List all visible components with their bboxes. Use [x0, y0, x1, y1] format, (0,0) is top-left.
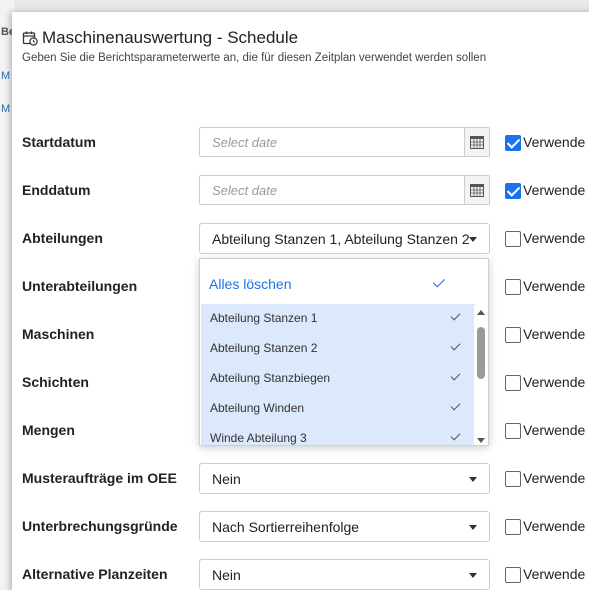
calendar-icon [470, 136, 484, 149]
use-label: Verwende [523, 518, 586, 534]
planzeiten-select[interactable]: Nein [199, 559, 490, 590]
option-label: Abteilung Stanzen 2 [210, 341, 318, 355]
option-label: Abteilung Stanzbiegen [210, 371, 331, 385]
calendar-clock-icon [22, 31, 38, 46]
startdatum-placeholder: Select date [212, 135, 278, 150]
param-label-unterabteilungen: Unterabteilungen [22, 278, 138, 294]
check-icon [450, 310, 461, 321]
unterbrechungsgruende-select[interactable]: Nach Sortierreihenfolge [199, 511, 490, 542]
background-link[interactable]: M [1, 70, 10, 82]
param-label-unterbrechungsgruende: Unterbrechungsgründe [22, 518, 178, 534]
scrollbar-thumb[interactable] [477, 327, 485, 379]
abteilungen-value: Abteilung Stanzen 1, Abteilung Stanzen 2 [212, 231, 470, 247]
use-label: Verwende [523, 278, 586, 294]
param-label-planzeiten: Alternative Planzeiten [22, 566, 168, 582]
param-label-startdatum: Startdatum [22, 134, 96, 150]
checkbox-unchecked[interactable] [505, 231, 521, 247]
use-label: Verwende [523, 422, 586, 438]
enddatum-date-input[interactable]: Select date [199, 175, 490, 205]
param-label-abteilungen: Abteilungen [22, 230, 103, 246]
check-icon [450, 340, 461, 351]
param-label-mengen: Mengen [22, 422, 75, 438]
abteilungen-dropdown-menu: Alles löschen Abteilung Stanzen 1 Abteil… [199, 258, 489, 446]
enddatum-placeholder: Select date [212, 183, 278, 198]
use-label: Verwende [523, 470, 586, 486]
musterauftraege-value: Nein [212, 471, 241, 487]
dropdown-option[interactable]: Abteilung Winden [201, 394, 475, 424]
use-label: Verwende [523, 566, 586, 582]
musterauftraege-select[interactable]: Nein [199, 463, 490, 494]
scroll-up-arrow-icon[interactable] [477, 310, 485, 315]
chevron-down-icon [469, 477, 477, 482]
chevron-down-icon [469, 237, 477, 242]
background-link[interactable]: M [1, 103, 10, 115]
planzeiten-value: Nein [212, 567, 241, 583]
checkbox-checked[interactable] [505, 183, 521, 199]
dropdown-option[interactable]: Abteilung Stanzen 2 [201, 334, 475, 364]
dialog-title: Maschinenauswertung - Schedule [42, 28, 299, 47]
abteilungen-select[interactable]: Abteilung Stanzen 1, Abteilung Stanzen 2 [199, 223, 490, 254]
param-label-enddatum: Enddatum [22, 182, 91, 198]
checkbox-unchecked[interactable] [505, 375, 521, 391]
checkbox-unchecked[interactable] [505, 279, 521, 295]
scroll-down-arrow-icon[interactable] [477, 438, 485, 443]
chevron-down-icon [469, 525, 477, 530]
option-label: Abteilung Winden [210, 401, 305, 415]
checkbox-unchecked[interactable] [505, 471, 521, 487]
param-label-maschinen: Maschinen [22, 326, 95, 342]
checkbox-checked[interactable] [505, 135, 521, 151]
option-label: Abteilung Stanzen 1 [210, 311, 318, 325]
checkbox-unchecked[interactable] [505, 519, 521, 535]
checkbox-unchecked[interactable] [505, 327, 521, 343]
unterbrechungsgruende-value: Nach Sortierreihenfolge [212, 519, 360, 535]
clear-all-option[interactable]: Alles löschen [209, 276, 292, 292]
param-label-schichten: Schichten [22, 374, 89, 390]
option-label: Winde Abteilung 3 [210, 431, 307, 445]
check-icon [450, 370, 461, 381]
dropdown-option[interactable]: Abteilung Stanzbiegen [201, 364, 475, 394]
dropdown-option[interactable]: Winde Abteilung 3 [201, 424, 475, 445]
use-label: Verwende [523, 374, 586, 390]
startdatum-calendar-button[interactable] [464, 128, 489, 156]
check-icon [450, 430, 461, 441]
calendar-icon [470, 184, 484, 197]
chevron-down-icon [469, 573, 477, 578]
use-label: Verwende [523, 134, 586, 150]
check-icon [450, 400, 461, 411]
dropdown-scrollbar[interactable] [474, 305, 488, 445]
schedule-dialog: Maschinenauswertung - Schedule Geben Sie… [12, 12, 589, 590]
checkbox-unchecked[interactable] [505, 423, 521, 439]
dropdown-option[interactable]: Abteilung Stanzen 1 [201, 304, 475, 334]
use-label: Verwende [523, 326, 586, 342]
startdatum-date-input[interactable]: Select date [199, 127, 490, 157]
use-label: Verwende [523, 230, 586, 246]
enddatum-calendar-button[interactable] [464, 176, 489, 204]
param-label-musterauftraege: Musteraufträge im OEE [22, 470, 177, 486]
dialog-subtitle: Geben Sie die Berichtsparameterwerte an,… [22, 52, 487, 64]
check-icon [432, 275, 446, 288]
checkbox-unchecked[interactable] [505, 567, 521, 583]
use-label: Verwende [523, 182, 586, 198]
